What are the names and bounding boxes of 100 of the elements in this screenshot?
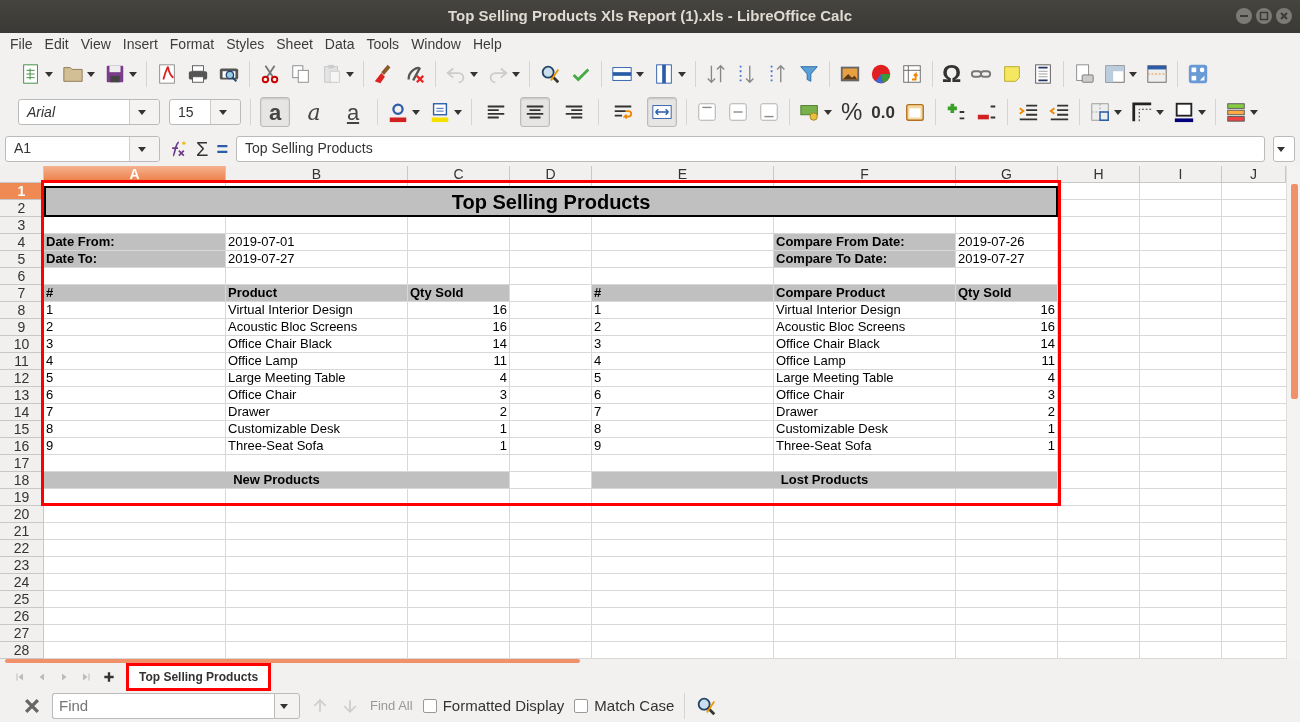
row-header[interactable]: 10: [0, 336, 44, 353]
close-icon[interactable]: [22, 696, 42, 716]
menu-item[interactable]: Format: [163, 33, 221, 55]
caret-icon[interactable]: [1129, 70, 1138, 78]
borders-icon[interactable]: [1089, 101, 1111, 123]
maximize-icon[interactable]: [1256, 8, 1272, 24]
columns-icon[interactable]: [653, 63, 675, 85]
row-header[interactable]: 28: [0, 642, 44, 659]
caret-icon[interactable]: [636, 70, 644, 78]
caret-icon[interactable]: [470, 70, 478, 78]
find-field[interactable]: Find: [52, 693, 274, 719]
row-header[interactable]: 24: [0, 574, 44, 591]
menu-item[interactable]: Insert: [116, 33, 164, 55]
menu-item[interactable]: Help: [466, 33, 508, 55]
printer-icon[interactable]: [187, 63, 209, 85]
row-header[interactable]: 21: [0, 523, 44, 540]
bold-button[interactable]: a: [260, 97, 290, 127]
caret-icon[interactable]: [512, 70, 520, 78]
row-header[interactable]: 16: [0, 438, 44, 455]
add-sheet-icon[interactable]: [102, 669, 116, 684]
menu-item[interactable]: Tools: [360, 33, 406, 55]
caret-icon[interactable]: [137, 144, 146, 153]
row-header[interactable]: 2: [0, 200, 44, 217]
row-header[interactable]: 19: [0, 489, 44, 506]
caret-icon[interactable]: [678, 70, 686, 78]
special-character-icon[interactable]: Ω: [942, 62, 962, 86]
caret-icon[interactable]: [1198, 108, 1206, 116]
row-header[interactable]: 8: [0, 302, 44, 319]
window-close-icon[interactable]: [1276, 8, 1292, 24]
row-header[interactable]: 23: [0, 557, 44, 574]
font-size-field[interactable]: 15: [169, 99, 241, 125]
caret-icon[interactable]: [1114, 108, 1122, 116]
row-header[interactable]: 3: [0, 217, 44, 234]
column-header[interactable]: J: [1222, 166, 1286, 183]
row-header[interactable]: 9: [0, 319, 44, 336]
italic-button[interactable]: a: [299, 97, 329, 127]
sum-icon[interactable]: Σ: [196, 138, 209, 159]
checkbox[interactable]: [422, 699, 437, 713]
row-header[interactable]: 12: [0, 370, 44, 387]
find-replace-icon[interactable]: [539, 63, 561, 85]
calendar-icon[interactable]: [904, 101, 926, 123]
number-format-icon[interactable]: 0.0: [871, 103, 895, 121]
pivot-table-icon[interactable]: [901, 63, 923, 85]
caret-icon[interactable]: [824, 108, 832, 116]
caret-icon[interactable]: [218, 108, 227, 116]
copy-icon[interactable]: [290, 63, 312, 85]
menu-item[interactable]: File: [4, 33, 39, 55]
checkbox-label[interactable]: Match Case: [594, 694, 675, 718]
sheet-tab[interactable]: Top Selling Products: [126, 662, 272, 691]
row-header[interactable]: 26: [0, 608, 44, 625]
menu-item[interactable]: Data: [318, 33, 361, 55]
caret-icon[interactable]: [87, 70, 95, 78]
name-box[interactable]: A1: [5, 135, 160, 162]
checkbox-label[interactable]: Formatted Display: [442, 694, 565, 718]
border-color-icon[interactable]: [1173, 101, 1195, 123]
split-window-icon[interactable]: [1146, 63, 1169, 85]
scrollbar[interactable]: [5, 659, 580, 663]
row-header[interactable]: 15: [0, 421, 44, 438]
dropdown-button[interactable]: [274, 693, 300, 719]
row-header[interactable]: 27: [0, 625, 44, 642]
filter-icon[interactable]: [798, 63, 820, 85]
caret-icon[interactable]: [412, 108, 420, 116]
row-header[interactable]: 5: [0, 251, 44, 268]
caret-icon[interactable]: [1250, 108, 1258, 116]
row-header[interactable]: 22: [0, 540, 44, 557]
menu-item[interactable]: Window: [405, 33, 467, 55]
row-header[interactable]: 14: [0, 404, 44, 421]
conditional-format-icon[interactable]: [1225, 101, 1247, 123]
font-name-field[interactable]: Arial: [18, 99, 160, 125]
caret-icon[interactable]: [137, 108, 146, 116]
highlight-icon[interactable]: [429, 101, 451, 123]
save-icon[interactable]: [104, 63, 126, 85]
border-style-icon[interactable]: [1131, 101, 1153, 123]
menu-item[interactable]: View: [74, 33, 117, 55]
row-header[interactable]: 17: [0, 455, 44, 472]
scissors-icon[interactable]: [259, 63, 281, 85]
row-header[interactable]: 18: [0, 472, 44, 489]
column-header[interactable]: H: [1058, 166, 1140, 183]
caret-icon[interactable]: [45, 70, 53, 78]
caret-icon[interactable]: [346, 70, 354, 78]
caret-icon[interactable]: [280, 702, 288, 710]
menu-item[interactable]: Edit: [38, 33, 75, 55]
formula-input[interactable]: Top Selling Products: [236, 135, 1265, 162]
checkbox[interactable]: [574, 699, 589, 713]
menu-item[interactable]: Sheet: [270, 33, 319, 55]
percent-format-icon[interactable]: %: [841, 100, 863, 124]
caret-icon[interactable]: [454, 108, 462, 116]
row-header[interactable]: 25: [0, 591, 44, 608]
pie-chart-icon[interactable]: [870, 63, 892, 85]
row-header[interactable]: 20: [0, 506, 44, 523]
caret-icon[interactable]: [1277, 144, 1285, 153]
menu-item[interactable]: Styles: [220, 33, 271, 55]
font-color-icon[interactable]: [387, 101, 409, 123]
formula-icon[interactable]: =: [216, 138, 229, 159]
minimize-icon[interactable]: [1236, 8, 1252, 24]
row-header[interactable]: 11: [0, 353, 44, 370]
sort-icon[interactable]: [705, 63, 727, 85]
column-header[interactable]: I: [1140, 166, 1222, 183]
pdf-icon[interactable]: [156, 63, 178, 85]
underline-button[interactable]: a: [338, 97, 368, 127]
